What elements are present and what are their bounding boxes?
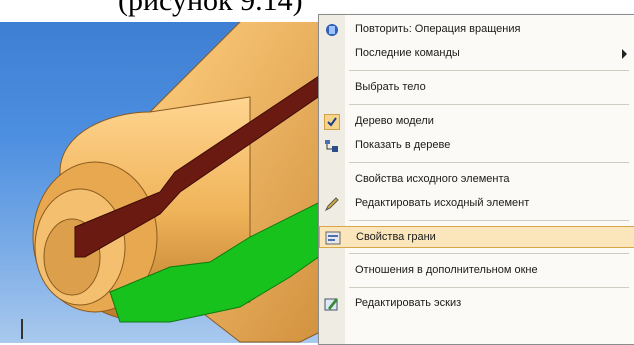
menu-item-label: Выбрать тело <box>355 81 426 93</box>
document-caption-text: (рисунок 9.14) <box>118 0 303 17</box>
context-menu: Повторить: Операция вращения Последние к… <box>318 14 634 345</box>
repeat-icon <box>324 22 340 38</box>
menu-item-select-body[interactable]: Выбрать тело <box>319 77 634 99</box>
menu-item-label: Последние команды <box>355 47 460 59</box>
menu-separator <box>349 253 629 254</box>
menu-separator <box>349 162 629 163</box>
menu-item-face-properties[interactable]: Свойства грани <box>319 226 634 248</box>
menu-item-label: Показать в дереве <box>355 139 451 151</box>
menu-separator <box>349 287 629 288</box>
menu-item-label: Редактировать исходный элемент <box>355 197 530 209</box>
menu-item-show-in-tree[interactable]: Показать в дереве <box>319 135 634 157</box>
show-in-tree-icon <box>324 138 340 154</box>
menu-item-relations-window[interactable]: Отношения в дополнительном окне <box>319 260 634 282</box>
menu-item-label: Свойства грани <box>356 231 436 243</box>
menu-item-repeat[interactable]: Повторить: Операция вращения <box>319 19 634 41</box>
axis-indicator-icon <box>20 319 24 339</box>
edit-pencil-icon <box>324 196 340 212</box>
menu-item-label: Свойства исходного элемента <box>355 173 510 185</box>
menu-item-source-properties[interactable]: Свойства исходного элемента <box>319 169 634 191</box>
menu-item-recent-commands[interactable]: Последние команды <box>319 43 634 65</box>
face-properties-icon <box>325 230 341 246</box>
menu-separator <box>349 220 629 221</box>
menu-item-label: Дерево модели <box>355 115 434 127</box>
menu-item-model-tree[interactable]: Дерево модели <box>319 111 634 133</box>
menu-item-label: Редактировать эскиз <box>355 297 462 309</box>
edit-sketch-icon <box>324 296 340 312</box>
menu-item-edit-sketch[interactable]: Редактировать эскиз <box>319 293 634 315</box>
submenu-arrow-icon <box>622 49 627 59</box>
menu-separator <box>349 104 629 105</box>
menu-item-label: Отношения в дополнительном окне <box>355 264 538 276</box>
menu-separator <box>349 70 629 71</box>
menu-item-edit-source[interactable]: Редактировать исходный элемент <box>319 193 634 215</box>
checkmark-icon <box>324 114 340 130</box>
menu-item-label: Повторить: Операция вращения <box>355 23 521 35</box>
